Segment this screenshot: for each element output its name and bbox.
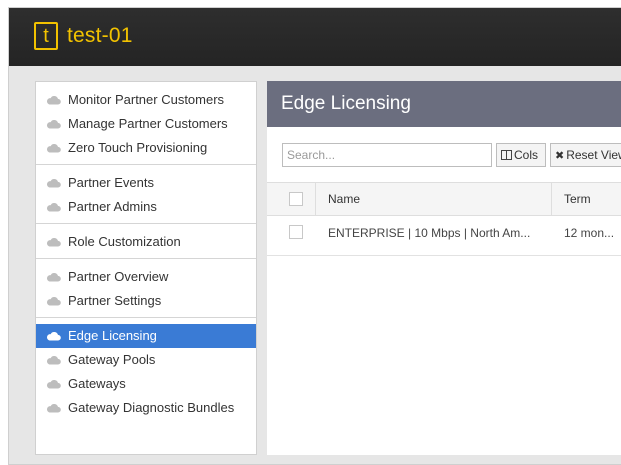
cloud-icon	[46, 96, 61, 105]
sidebar-item-label: Monitor Partner Customers	[68, 92, 225, 107]
cloud-icon	[46, 238, 61, 247]
main-panel: Edge Licensing Cols ✖Reset View Name Ter…	[267, 81, 621, 455]
column-header-name[interactable]: Name	[328, 192, 360, 206]
row-name-cell: ENTERPRISE | 10 Mbps | North Am...	[328, 226, 531, 240]
row-checkbox[interactable]	[289, 225, 303, 239]
app-window: t test-01 Monitor Partner Customers Mana…	[8, 7, 621, 465]
sidebar-item-edge-licensing[interactable]: Edge Licensing	[36, 324, 256, 348]
columns-icon	[501, 150, 512, 160]
nav-group-partner: Partner Events Partner Admins	[36, 165, 256, 224]
column-divider	[315, 183, 316, 215]
app-title: test-01	[67, 24, 133, 47]
logo-icon[interactable]: t	[34, 22, 58, 50]
nav-group-customers: Monitor Partner Customers Manage Partner…	[36, 82, 256, 165]
sidebar-item-partner-events[interactable]: Partner Events	[36, 171, 256, 195]
sidebar-item-label: Gateway Diagnostic Bundles	[68, 400, 235, 415]
cloud-icon	[46, 332, 61, 341]
column-header-term[interactable]: Term	[564, 192, 591, 206]
top-bar: t test-01	[9, 8, 621, 66]
cloud-icon	[46, 404, 61, 413]
sidebar-item-role-customization[interactable]: Role Customization	[36, 230, 256, 254]
sidebar-item-manage-partner-customers[interactable]: Manage Partner Customers	[36, 112, 256, 136]
cloud-icon	[46, 273, 61, 282]
cloud-icon	[46, 179, 61, 188]
select-all-checkbox[interactable]	[289, 192, 303, 206]
cloud-icon	[46, 203, 61, 212]
sidebar-item-gateway-pools[interactable]: Gateway Pools	[36, 348, 256, 372]
sidebar-item-label: Partner Events	[68, 175, 154, 190]
row-term-cell: 12 mon...	[564, 226, 615, 240]
sidebar-item-label: Partner Settings	[68, 293, 162, 308]
sidebar-item-label: Edge Licensing	[68, 328, 157, 343]
cols-button[interactable]: Cols	[496, 143, 546, 167]
cloud-icon	[46, 380, 61, 389]
cloud-icon	[46, 297, 61, 306]
sidebar-item-label: Partner Overview	[68, 269, 169, 284]
sidebar-item-monitor-partner-customers[interactable]: Monitor Partner Customers	[36, 88, 256, 112]
sidebar-item-gateways[interactable]: Gateways	[36, 372, 256, 396]
sidebar-item-label: Partner Admins	[68, 199, 157, 214]
search-input[interactable]	[282, 143, 492, 167]
nav-group-overview: Partner Overview Partner Settings	[36, 259, 256, 318]
table-row[interactable]: ENTERPRISE | 10 Mbps | North Am... 12 mo…	[267, 216, 621, 256]
close-icon: ✖	[555, 150, 565, 162]
reset-view-button[interactable]: ✖ Reset View	[550, 143, 621, 167]
table-header: Name Term	[267, 182, 621, 216]
sidebar-item-partner-admins[interactable]: Partner Admins	[36, 195, 256, 219]
sidebar-item-label: Gateways	[68, 376, 126, 391]
sidebar-item-zero-touch-provisioning[interactable]: Zero Touch Provisioning	[36, 136, 256, 160]
page-title: Edge Licensing	[267, 81, 621, 127]
sidebar-item-label: Role Customization	[68, 234, 181, 249]
nav-group-roles: Role Customization	[36, 224, 256, 259]
sidebar-item-label: Manage Partner Customers	[68, 116, 228, 131]
cloud-icon	[46, 144, 61, 153]
sidebar-item-label: Zero Touch Provisioning	[68, 140, 208, 155]
sidebar-nav: Monitor Partner Customers Manage Partner…	[35, 81, 257, 455]
column-divider[interactable]	[551, 183, 552, 215]
sidebar-item-partner-settings[interactable]: Partner Settings	[36, 289, 256, 313]
reset-view-label: Reset View	[566, 148, 621, 162]
nav-group-edge: Edge Licensing Gateway Pools Gateways Ga…	[36, 318, 256, 424]
sidebar-item-partner-overview[interactable]: Partner Overview	[36, 265, 256, 289]
sidebar-item-label: Gateway Pools	[68, 352, 156, 367]
cloud-icon	[46, 120, 61, 129]
cols-label: Cols	[514, 148, 539, 162]
grid-toolbar: Cols ✖Reset View	[267, 127, 621, 175]
cloud-icon	[46, 356, 61, 365]
sidebar-item-gateway-diagnostic-bundles[interactable]: Gateway Diagnostic Bundles	[36, 396, 256, 420]
